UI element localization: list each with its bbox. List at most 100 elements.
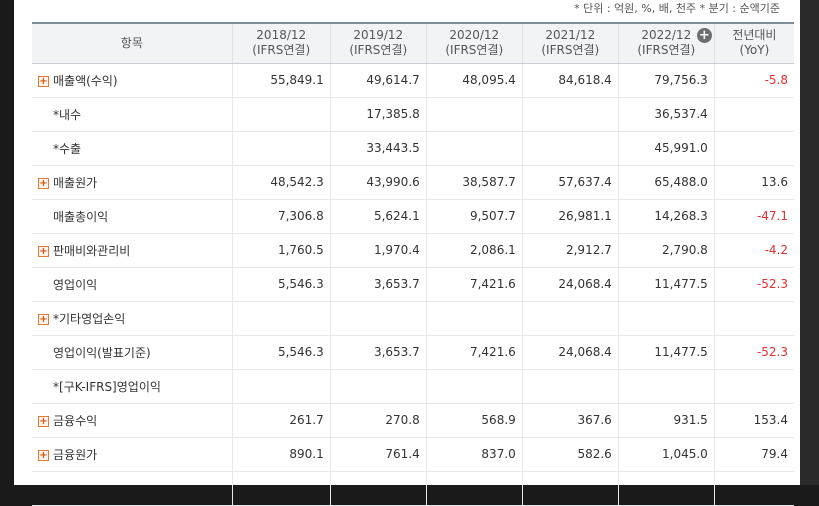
value-cell: 2,790.8 <box>618 233 715 268</box>
value-cell: 1,045.0 <box>618 437 715 472</box>
row-label-cell[interactable]: + 판매비와관리비 <box>32 233 233 268</box>
table-row: + 금융원가 890.1 761.4 837.0 582.6 1,045.0 79.4 <box>32 437 794 472</box>
expand-plus-icon[interactable]: + <box>38 75 49 87</box>
value-cell: 931.5 <box>618 403 715 438</box>
table-body: + 매출액(수익) 55,849.1 49,614.7 48,095.4 84,618.4… <box>32 63 794 506</box>
header-period-0: 2018/12 (IFRS연결) <box>232 22 331 64</box>
yoy-cell <box>714 131 794 166</box>
header-basis: (IFRS연결) <box>637 43 696 58</box>
value-cell <box>618 471 715 506</box>
value-cell: 568.9 <box>426 403 523 438</box>
header-yoy-label: 전년대비 <box>732 28 777 43</box>
expand-plus-icon[interactable]: + <box>38 245 49 257</box>
header-basis: (IFRS연결) <box>349 43 408 58</box>
row-label-cell <box>32 471 233 506</box>
row-label-cell[interactable]: + *기타영업손익 <box>32 301 233 336</box>
value-cell: 48,542.3 <box>232 165 331 200</box>
value-cell: 890.1 <box>232 437 331 472</box>
value-cell: 1,970.4 <box>330 233 427 268</box>
table-row <box>32 471 794 506</box>
row-label: *수출 <box>53 141 82 156</box>
value-cell <box>330 369 427 404</box>
value-cell: 3,653.7 <box>330 267 427 302</box>
value-cell: 1,760.5 <box>232 233 331 268</box>
expand-plus-icon[interactable]: + <box>38 313 49 325</box>
header-period-4: 2022/12 (IFRS연결) + <box>618 22 715 64</box>
row-label: *[구K-IFRS]영업이익 <box>53 379 161 394</box>
row-label-cell: *수출 <box>32 131 233 166</box>
row-label: 판매비와관리비 <box>53 243 131 258</box>
value-cell: 14,268.3 <box>618 199 715 234</box>
row-label: 매출총이익 <box>53 209 109 224</box>
value-cell <box>522 471 619 506</box>
table-row: + 금융수익 261.7 270.8 568.9 367.6 931.5 153.4 <box>32 403 794 438</box>
value-cell <box>522 301 619 336</box>
row-label: *내수 <box>53 107 82 122</box>
yoy-cell <box>714 301 794 336</box>
header-item: 항목 <box>32 22 233 64</box>
value-cell: 5,624.1 <box>330 199 427 234</box>
value-cell: 79,756.3 <box>618 63 715 98</box>
value-cell: 3,653.7 <box>330 335 427 370</box>
value-cell <box>426 471 523 506</box>
value-cell <box>426 131 523 166</box>
value-cell: 84,618.4 <box>522 63 619 98</box>
value-cell: 57,637.4 <box>522 165 619 200</box>
value-cell <box>426 301 523 336</box>
row-label-cell[interactable]: + 금융수익 <box>32 403 233 438</box>
row-label-cell: 매출총이익 <box>32 199 233 234</box>
yoy-cell: -4.2 <box>714 233 794 268</box>
header-period-3: 2021/12 (IFRS연결) <box>522 22 619 64</box>
header-year: 2019/12 <box>353 28 404 43</box>
value-cell <box>232 369 331 404</box>
expand-plus-icon[interactable]: + <box>38 449 49 461</box>
table-row: + *기타영업손익 <box>32 301 794 336</box>
value-cell: 2,086.1 <box>426 233 523 268</box>
content-frame: * 단위 : 억원, %, 배, 천주 * 분기 : 순액기준 항목 2018/1… <box>14 0 800 506</box>
row-label-cell[interactable]: + 금융원가 <box>32 437 233 472</box>
plus-circle-icon[interactable]: + <box>696 28 712 43</box>
value-cell: 33,443.5 <box>330 131 427 166</box>
value-cell: 367.6 <box>522 403 619 438</box>
yoy-cell: 153.4 <box>714 403 794 438</box>
value-cell: 11,477.5 <box>618 267 715 302</box>
value-cell: 837.0 <box>426 437 523 472</box>
window-edge <box>800 0 819 485</box>
table-row: 영업이익 5,546.3 3,653.7 7,421.6 24,068.4 11,477.… <box>32 267 794 302</box>
table-row: + 매출원가 48,542.3 43,990.6 38,587.7 57,637.4 65,… <box>32 165 794 200</box>
value-cell <box>618 369 715 404</box>
table-header: 항목 2018/12 (IFRS연결) 2019/12 (IFRS연결) 2020/12(… <box>32 22 794 64</box>
value-cell: 5,546.3 <box>232 335 331 370</box>
header-basis: (IFRS연결) <box>541 43 600 58</box>
value-cell: 7,306.8 <box>232 199 331 234</box>
value-cell <box>522 97 619 132</box>
row-label: 금융수익 <box>53 413 98 428</box>
value-cell: 5,546.3 <box>232 267 331 302</box>
row-label-cell[interactable]: + 매출원가 <box>32 165 233 200</box>
header-basis: (IFRS연결) <box>445 43 504 58</box>
value-cell: 43,990.6 <box>330 165 427 200</box>
row-label-cell[interactable]: + 매출액(수익) <box>32 63 233 98</box>
value-cell <box>330 301 427 336</box>
header-basis: (IFRS연결) <box>252 43 311 58</box>
value-cell: 45,991.0 <box>618 131 715 166</box>
table-row: + 판매비와관리비 1,760.5 1,970.4 2,086.1 2,912.7 2,79… <box>32 233 794 268</box>
expand-plus-icon[interactable]: + <box>38 415 49 427</box>
expand-plus-icon[interactable]: + <box>38 177 49 189</box>
value-cell: 9,507.7 <box>426 199 523 234</box>
value-cell <box>330 471 427 506</box>
value-cell <box>426 369 523 404</box>
value-cell: 261.7 <box>232 403 331 438</box>
row-label: 매출원가 <box>53 175 98 190</box>
row-label: *기타영업손익 <box>53 311 126 326</box>
value-cell: 65,488.0 <box>618 165 715 200</box>
header-period-2: 2020/12 (IFRS연결) <box>426 22 523 64</box>
yoy-cell: -47.1 <box>714 199 794 234</box>
value-cell <box>522 369 619 404</box>
value-cell: 36,537.4 <box>618 97 715 132</box>
value-cell: 26,981.1 <box>522 199 619 234</box>
row-label: 매출액(수익) <box>53 73 118 88</box>
income-statement-table: 항목 2018/12 (IFRS연결) 2019/12 (IFRS연결) 2020/12(… <box>32 22 794 506</box>
value-cell: 7,421.6 <box>426 335 523 370</box>
value-cell <box>618 301 715 336</box>
